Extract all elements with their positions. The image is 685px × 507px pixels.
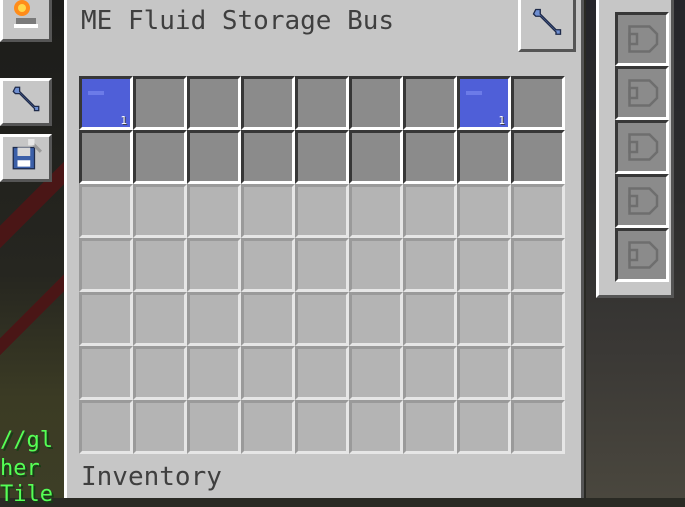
- inventory-slot[interactable]: [79, 184, 133, 238]
- page-title: ME Fluid Storage Bus: [81, 6, 395, 36]
- upgrade-slot[interactable]: [615, 12, 669, 66]
- inventory-slot[interactable]: [511, 184, 565, 238]
- redstone-icon: [10, 0, 42, 36]
- inventory-slot[interactable]: [133, 400, 187, 454]
- inventory-slot[interactable]: [295, 346, 349, 400]
- inventory-slot[interactable]: [403, 292, 457, 346]
- save-config-icon: [9, 139, 43, 177]
- inventory-slot[interactable]: [241, 184, 295, 238]
- fluid-config-slot[interactable]: [403, 76, 457, 130]
- fluid-config-slot[interactable]: [511, 130, 565, 184]
- upgrade-card-icon: [628, 25, 659, 53]
- inventory-slot[interactable]: [187, 292, 241, 346]
- inventory-slot[interactable]: [133, 292, 187, 346]
- fluid-config-slot[interactable]: [511, 76, 565, 130]
- inventory-slot[interactable]: [79, 346, 133, 400]
- inventory-slot[interactable]: [457, 400, 511, 454]
- inventory-slot[interactable]: [241, 238, 295, 292]
- inventory-slot[interactable]: [349, 238, 403, 292]
- fluid-config-slot[interactable]: [349, 130, 403, 184]
- fluid-config-slot[interactable]: [133, 130, 187, 184]
- inventory-slot[interactable]: [349, 400, 403, 454]
- inventory-slot[interactable]: [403, 238, 457, 292]
- inventory-label: Inventory: [81, 462, 222, 492]
- upgrade-slot[interactable]: [615, 66, 669, 120]
- inventory-slot[interactable]: [133, 346, 187, 400]
- inventory-slot[interactable]: [511, 346, 565, 400]
- inventory-slot[interactable]: [79, 400, 133, 454]
- fluid-config-slot[interactable]: [133, 76, 187, 130]
- world-text-line-3: Tile: [0, 482, 53, 507]
- fluid-config-slot[interactable]: [295, 76, 349, 130]
- fluid-config-slot[interactable]: [79, 130, 133, 184]
- inventory-slot[interactable]: [133, 184, 187, 238]
- upgrade-slot[interactable]: [615, 228, 669, 282]
- fluid-config-slot[interactable]: [187, 130, 241, 184]
- upgrade-card-icon: [628, 187, 659, 215]
- inventory-slot[interactable]: [187, 400, 241, 454]
- inventory-slot[interactable]: [403, 400, 457, 454]
- fluid-config-slot-filled[interactable]: 1: [457, 76, 511, 130]
- slot-grid: 11: [79, 76, 565, 454]
- inventory-slot[interactable]: [295, 184, 349, 238]
- fluid-config-slot-filled[interactable]: 1: [79, 76, 133, 130]
- inventory-slot[interactable]: [457, 184, 511, 238]
- wrench-tab-button[interactable]: [518, 0, 576, 52]
- redstone-mode-button[interactable]: [0, 0, 52, 42]
- inventory-slot[interactable]: [241, 400, 295, 454]
- wrench-icon: [9, 83, 43, 121]
- fluid-config-slot[interactable]: [187, 76, 241, 130]
- upgrade-slot[interactable]: [615, 174, 669, 228]
- inventory-slot[interactable]: [187, 346, 241, 400]
- inventory-slot[interactable]: [241, 346, 295, 400]
- inventory-slot[interactable]: [511, 400, 565, 454]
- slot-count: 1: [120, 114, 127, 127]
- world-text-line-1: //gl: [0, 428, 53, 453]
- inventory-slot[interactable]: [295, 292, 349, 346]
- fluid-config-slot[interactable]: [457, 130, 511, 184]
- inventory-slot[interactable]: [511, 238, 565, 292]
- upgrade-panel: [596, 0, 674, 298]
- upgrade-slot[interactable]: [615, 120, 669, 174]
- fluid-config-slot[interactable]: [241, 76, 295, 130]
- inventory-slot[interactable]: [349, 346, 403, 400]
- inventory-slot[interactable]: [457, 346, 511, 400]
- inventory-slot[interactable]: [457, 292, 511, 346]
- upgrade-card-icon: [628, 79, 659, 107]
- fluid-config-slot[interactable]: [349, 76, 403, 130]
- inventory-slot[interactable]: [295, 238, 349, 292]
- wrench-settings-button[interactable]: [0, 78, 52, 126]
- inventory-slot[interactable]: [241, 292, 295, 346]
- fluid-config-slot[interactable]: [241, 130, 295, 184]
- world-background-left: [0, 0, 66, 498]
- inventory-slot[interactable]: [295, 400, 349, 454]
- upgrade-card-icon: [628, 241, 659, 269]
- wrench-icon: [529, 5, 565, 45]
- inventory-slot[interactable]: [403, 346, 457, 400]
- inventory-slot[interactable]: [79, 292, 133, 346]
- inventory-slot[interactable]: [187, 238, 241, 292]
- inventory-slot[interactable]: [349, 184, 403, 238]
- inventory-slot[interactable]: [133, 238, 187, 292]
- fluid-storage-bus-panel: ME Fluid Storage Bus 11 Inventory: [64, 0, 584, 498]
- fluid-config-slot[interactable]: [295, 130, 349, 184]
- inventory-slot[interactable]: [187, 184, 241, 238]
- inventory-slot[interactable]: [511, 292, 565, 346]
- fluid-config-slot[interactable]: [403, 130, 457, 184]
- slot-count: 1: [498, 114, 505, 127]
- save-config-button[interactable]: [0, 134, 52, 182]
- inventory-slot[interactable]: [349, 292, 403, 346]
- inventory-slot[interactable]: [403, 184, 457, 238]
- inventory-slot[interactable]: [79, 238, 133, 292]
- world-text-line-2: her: [0, 456, 40, 481]
- inventory-slot[interactable]: [457, 238, 511, 292]
- upgrade-card-icon: [628, 133, 659, 161]
